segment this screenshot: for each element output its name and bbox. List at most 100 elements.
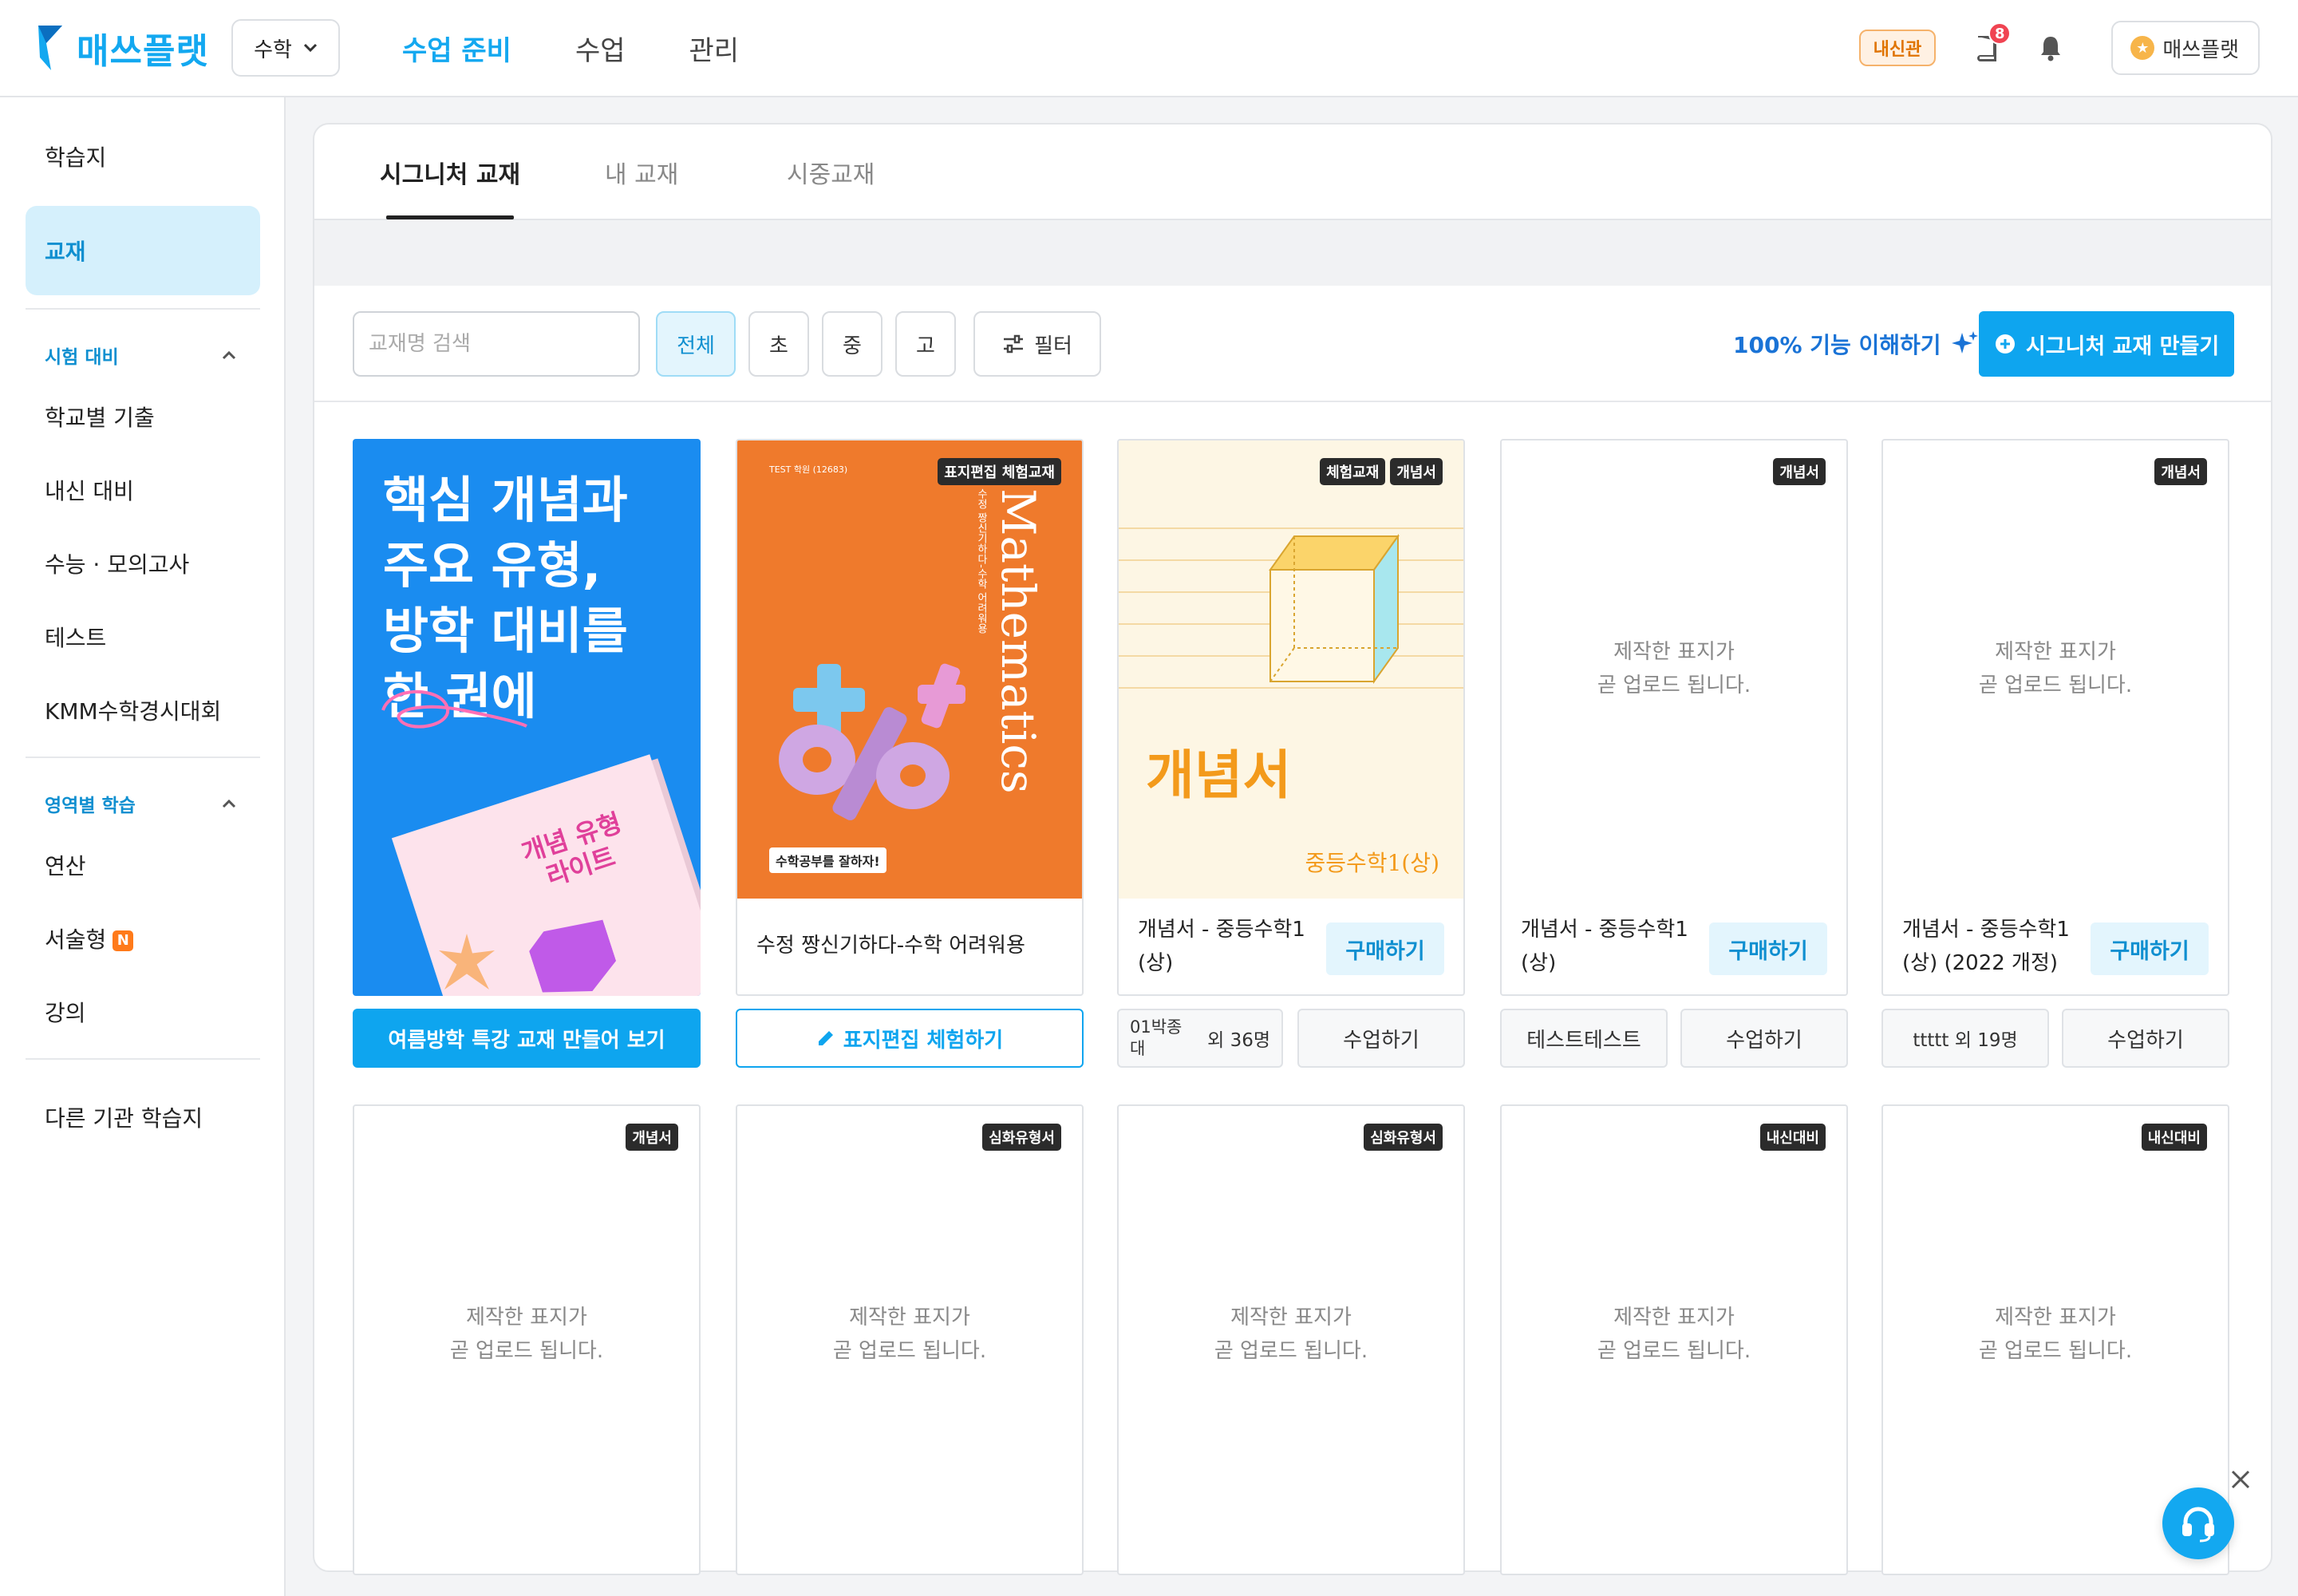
toolbar: 전체 초 중 고 필터 100% 기능 이해하기 시그니처 교재 만들기 xyxy=(314,286,2271,402)
class-member-selector[interactable]: 01박종대 외 36명 xyxy=(1117,1009,1283,1068)
sidebar: 학습지 교재 시험 대비 학교별 기출 내신 대비 수능 · 모의고사 테스트 … xyxy=(0,97,286,1596)
naesin-badge[interactable]: 내신관 xyxy=(1858,30,1937,66)
textbook-card[interactable]: 심화유형서 제작한 표지가 곧 업로드 됩니다. xyxy=(1117,1104,1465,1575)
chevron-down-icon xyxy=(303,43,317,53)
tag: 개념서 xyxy=(1390,458,1443,485)
card-title: 수정 짱신기하다-수학 어려워용 xyxy=(756,934,1025,958)
support-chat-button[interactable] xyxy=(2162,1487,2234,1559)
sidebar-item-naesin[interactable]: 내신 대비 xyxy=(45,474,134,506)
book-illustration-label: 개념 유형 라이트 xyxy=(517,807,626,892)
nav-class-prep[interactable]: 수업 준비 xyxy=(402,29,511,68)
promo-cover: 핵심 개념과 주요 유형, 방학 대비를 한 권에 개념 유형 라이트 xyxy=(353,439,701,996)
close-icon[interactable] xyxy=(2229,1468,2252,1491)
textbook-card[interactable]: 개념서 제작한 표지가 곧 업로드 됩니다. xyxy=(353,1104,701,1575)
sidebar-item-descriptive[interactable]: 서술형 N xyxy=(45,922,134,954)
tag: 내신대비 xyxy=(1759,1124,1826,1151)
cover-placeholder: 제작한 표지가 곧 업로드 됩니다. xyxy=(1597,1306,1751,1363)
sidebar-item-school-exams[interactable]: 학교별 기출 xyxy=(45,401,155,433)
card-title: 개념서 - 중등수학1 (상) xyxy=(1138,918,1305,975)
sidebar-item-kmm[interactable]: KMM수학경시대회 xyxy=(45,694,221,726)
cover-sticker: 수학공부를 잘하자! xyxy=(769,847,886,873)
sidebar-section-exam[interactable]: 시험 대비 xyxy=(45,342,236,369)
summer-textbook-button[interactable]: 여름방학 특강 교재 만들어 보기 xyxy=(353,1009,701,1068)
sidebar-item-lecture[interactable]: 강의 xyxy=(45,996,86,1028)
cover-small-text: TEST 학원 (12683) xyxy=(769,464,848,475)
cover-placeholder: 제작한 표지가 곧 업로드 됩니다. xyxy=(1978,640,2133,697)
tag: 개념서 xyxy=(1773,458,1826,485)
cube-illustration xyxy=(1269,533,1400,685)
sidebar-item-suneung[interactable]: 수능 · 모의고사 xyxy=(45,547,189,579)
logo[interactable]: 매쓰플랫 xyxy=(35,22,209,73)
cover-placeholder: 제작한 표지가 곧 업로드 됩니다. xyxy=(449,1306,604,1363)
card-title: 개념서 - 중등수학1 (상) (2022 개정) xyxy=(1902,918,2070,975)
sidebar-section-area[interactable]: 영역별 학습 xyxy=(45,790,236,817)
start-class-button[interactable]: 수업하기 xyxy=(2062,1009,2229,1068)
search-box xyxy=(353,311,640,377)
sidebar-item-worksheet[interactable]: 학습지 xyxy=(45,140,106,172)
cover-placeholder: 제작한 표지가 곧 업로드 됩니다. xyxy=(1597,640,1751,697)
pencil-icon xyxy=(818,1031,833,1045)
bell-icon-button[interactable] xyxy=(2035,32,2067,64)
main-nav: 수업 준비 수업 관리 xyxy=(402,0,739,96)
filter-button[interactable]: 필터 xyxy=(973,311,1101,377)
subject-select[interactable]: 수학 xyxy=(231,19,340,77)
banner-area xyxy=(314,220,2271,286)
textbook-card[interactable]: 개념서 제작한 표지가 곧 업로드 됩니다. 개념서 - 중등수학1 (상) (… xyxy=(1881,439,2229,996)
buy-button[interactable]: 구매하기 xyxy=(1326,922,1444,975)
tab-commercial[interactable]: 시중교재 xyxy=(787,155,875,190)
bell-icon xyxy=(2041,37,2061,61)
level-chip-high[interactable]: 고 xyxy=(895,311,956,377)
cover-subtitle: 중등수학1(상) xyxy=(1305,850,1439,876)
buy-button[interactable]: 구매하기 xyxy=(1709,922,1827,975)
level-chip-middle[interactable]: 중 xyxy=(822,311,882,377)
start-class-button[interactable]: 수업하기 xyxy=(1297,1009,1465,1068)
tag-row: 내신대비 xyxy=(1759,1124,1826,1151)
textbook-card[interactable]: 심화유형서 제작한 표지가 곧 업로드 됩니다. xyxy=(736,1104,1084,1575)
book-illustration: 개념 유형 라이트 xyxy=(391,754,701,996)
buy-button[interactable]: 구매하기 xyxy=(2091,922,2209,975)
headset-icon xyxy=(2182,1507,2214,1543)
sidebar-item-descriptive-label: 서술형 xyxy=(45,926,107,953)
sidebar-item-other-institution[interactable]: 다른 기관 학습지 xyxy=(45,1101,203,1133)
notification-count-badge: 8 xyxy=(1988,22,2012,45)
textbook-card[interactable]: 개념서 제작한 표지가 곧 업로드 됩니다. 개념서 - 중등수학1 (상) 구… xyxy=(1500,439,1848,996)
logo-text: 매쓰플랫 xyxy=(77,31,209,72)
sidebar-item-arithmetic[interactable]: 연산 xyxy=(45,849,86,881)
tab-my-textbook[interactable]: 내 교재 xyxy=(605,155,678,190)
sidebar-divider xyxy=(26,757,260,758)
textbook-card[interactable]: 내신대비 제작한 표지가 곧 업로드 됩니다. xyxy=(1500,1104,1848,1575)
book-icon-button[interactable]: 8 xyxy=(1971,22,2012,64)
top-header: 매쓰플랫 수학 수업 준비 수업 관리 내신관 8 ★ 매쓰플랫 xyxy=(0,0,2298,97)
member-name: 01박종대 xyxy=(1130,1017,1183,1058)
nav-class[interactable]: 수업 xyxy=(575,29,626,68)
textbook-card[interactable]: 개념서 중등수학1(상) 체험교재 개념서 개념서 - 중등수학1 (상) 구매… xyxy=(1117,439,1465,996)
promo-card[interactable]: 핵심 개념과 주요 유형, 방학 대비를 한 권에 개념 유형 라이트 xyxy=(353,439,701,996)
cover-placeholder: 제작한 표지가 곧 업로드 됩니다. xyxy=(1214,1306,1368,1363)
sidebar-section-area-title: 영역별 학습 xyxy=(45,796,136,816)
tag: 심화유형서 xyxy=(1364,1124,1443,1151)
orange-cover: TEST 학원 (12683) Mathematics 수정 짱신기하다-수학 … xyxy=(737,440,1082,899)
understand-features-link[interactable]: 100% 기능 이해하기 xyxy=(1733,311,1980,377)
level-chip-elementary[interactable]: 초 xyxy=(748,311,809,377)
scribble-decoration xyxy=(381,689,527,729)
class-member-selector[interactable]: 테스트테스트 xyxy=(1500,1009,1668,1068)
tab-signature[interactable]: 시그니처 교재 xyxy=(380,155,520,190)
cover-edit-trial-label: 표지편집 체험하기 xyxy=(843,1028,1004,1053)
card-title: 개념서 - 중등수학1 (상) xyxy=(1521,918,1688,975)
cover-edit-trial-button[interactable]: 표지편집 체험하기 xyxy=(736,1009,1084,1068)
logo-mark-icon xyxy=(38,26,62,70)
start-class-button[interactable]: 수업하기 xyxy=(1680,1009,1848,1068)
profile-button[interactable]: ★ 매쓰플랫 xyxy=(2111,21,2260,75)
textbook-card[interactable]: TEST 학원 (12683) Mathematics 수정 짱신기하다-수학 … xyxy=(736,439,1084,996)
level-chip-all[interactable]: 전체 xyxy=(656,311,736,377)
nav-manage[interactable]: 관리 xyxy=(689,29,740,68)
tag: 심화유형서 xyxy=(982,1124,1061,1151)
search-input[interactable] xyxy=(354,313,638,375)
sidebar-divider xyxy=(26,308,260,310)
class-member-selector[interactable]: ttttt 외 19명 xyxy=(1881,1009,2049,1068)
sidebar-item-test[interactable]: 테스트 xyxy=(45,621,106,653)
sidebar-section-exam-title: 시험 대비 xyxy=(45,347,119,368)
sidebar-item-textbook[interactable]: 교재 xyxy=(26,206,260,295)
sliders-icon xyxy=(1004,334,1024,354)
create-signature-textbook-button[interactable]: 시그니처 교재 만들기 xyxy=(1979,311,2234,377)
